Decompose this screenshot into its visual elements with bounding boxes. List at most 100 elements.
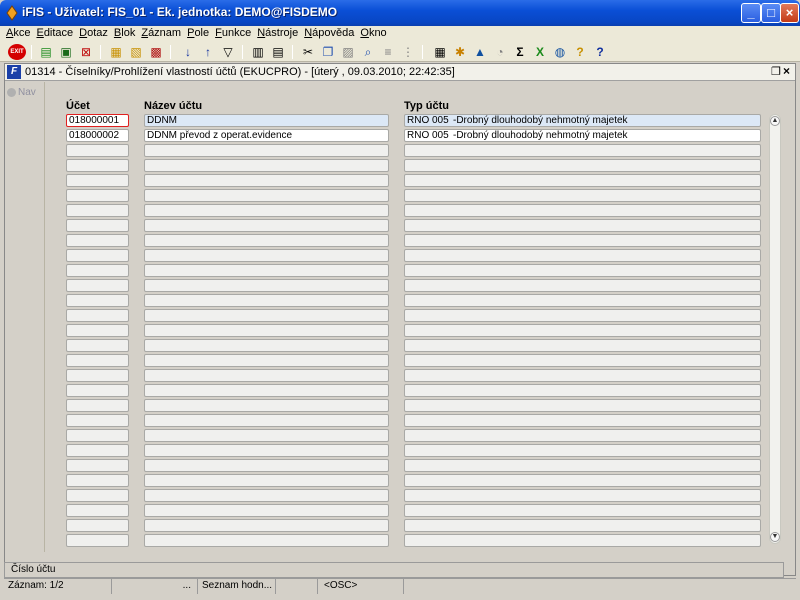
ucet-cell[interactable] [66, 249, 129, 262]
close-icon[interactable]: × [783, 64, 790, 78]
nazev-cell[interactable] [144, 309, 389, 322]
ucet-cell[interactable] [66, 459, 129, 472]
typ-cell[interactable] [404, 474, 761, 487]
nazev-cell[interactable] [144, 414, 389, 427]
nazev-cell[interactable] [144, 204, 389, 217]
duplicate-record-icon[interactable]: ▣ [58, 44, 74, 60]
save-icon[interactable]: ▦ [108, 44, 124, 60]
ucet-cell[interactable] [66, 534, 129, 547]
chart-icon[interactable]: ▲ [472, 44, 488, 60]
typ-cell[interactable] [404, 354, 761, 367]
menu-napoveda[interactable]: Nápověda [302, 26, 358, 42]
ucet-cell[interactable] [66, 339, 129, 352]
nazev-cell[interactable] [144, 519, 389, 532]
globe-icon[interactable]: ◍ [552, 44, 568, 60]
scroll-down-icon[interactable]: ▼ [770, 532, 780, 542]
ucet-cell[interactable] [66, 159, 129, 172]
menu-okno[interactable]: Okno [358, 26, 390, 42]
nazev-cell[interactable] [144, 504, 389, 517]
typ-cell[interactable] [404, 384, 761, 397]
ucet-cell[interactable] [66, 174, 129, 187]
ucet-cell[interactable] [66, 279, 129, 292]
calculator-icon[interactable]: ▦ [432, 44, 448, 60]
nazev-cell[interactable]: DDNM převod z operat.evidence [144, 129, 389, 142]
typ-cell[interactable] [404, 429, 761, 442]
nazev-cell[interactable]: DDNM [144, 114, 389, 127]
cancel-query-icon[interactable]: ▩ [148, 44, 164, 60]
nazev-cell[interactable] [144, 264, 389, 277]
ucet-cell[interactable] [66, 309, 129, 322]
typ-cell[interactable] [404, 519, 761, 532]
nazev-cell[interactable] [144, 144, 389, 157]
sort-descending-icon[interactable]: ↑ [200, 44, 216, 60]
typ-cell[interactable] [404, 189, 761, 202]
menu-editace[interactable]: Editace [34, 26, 77, 42]
menu-nastroje[interactable]: Nástroje [255, 26, 302, 42]
nazev-cell[interactable] [144, 279, 389, 292]
edit-field-icon[interactable]: ⋮ [400, 44, 416, 60]
typ-cell[interactable] [404, 204, 761, 217]
clock-icon[interactable]: ◔ [492, 44, 508, 60]
nazev-cell[interactable] [144, 219, 389, 232]
typ-cell[interactable] [404, 399, 761, 412]
nazev-cell[interactable] [144, 399, 389, 412]
typ-cell[interactable] [404, 234, 761, 247]
typ-cell[interactable] [404, 309, 761, 322]
nazev-cell[interactable] [144, 234, 389, 247]
menu-pole[interactable]: Pole [185, 26, 213, 42]
nav-icon[interactable] [7, 88, 16, 97]
typ-cell[interactable] [404, 459, 761, 472]
exit-icon[interactable]: EXIT [8, 44, 26, 60]
nazev-cell[interactable] [144, 489, 389, 502]
nazev-cell[interactable] [144, 294, 389, 307]
ucet-cell[interactable] [66, 264, 129, 277]
ucet-cell[interactable] [66, 219, 129, 232]
nazev-cell[interactable] [144, 249, 389, 262]
menu-blok[interactable]: Blok [112, 26, 139, 42]
typ-cell[interactable] [404, 324, 761, 337]
excel-icon[interactable]: X [532, 44, 548, 60]
typ-cell[interactable] [404, 369, 761, 382]
execute-query-icon[interactable]: ▧ [128, 44, 144, 60]
ucet-cell[interactable] [66, 294, 129, 307]
ucet-cell[interactable] [66, 444, 129, 457]
cut-icon[interactable]: ✂ [300, 44, 316, 60]
ucet-cell[interactable] [66, 399, 129, 412]
ucet-cell[interactable] [66, 369, 129, 382]
ucet-cell[interactable] [66, 384, 129, 397]
nazev-cell[interactable] [144, 474, 389, 487]
typ-cell[interactable] [404, 174, 761, 187]
ucet-cell[interactable] [66, 324, 129, 337]
nazev-cell[interactable] [144, 534, 389, 547]
nazev-cell[interactable] [144, 369, 389, 382]
minimize-button[interactable]: _ [741, 3, 761, 23]
nazev-cell[interactable] [144, 339, 389, 352]
typ-cell[interactable] [404, 444, 761, 457]
nazev-cell[interactable] [144, 159, 389, 172]
ucet-cell[interactable] [66, 489, 129, 502]
ucet-cell[interactable] [66, 234, 129, 247]
help-icon[interactable]: ? [572, 44, 588, 60]
typ-cell[interactable] [404, 159, 761, 172]
typ-cell[interactable]: RNO 005 -Drobný dlouhodobý nehmotný majet… [404, 114, 761, 127]
ucet-cell[interactable] [66, 504, 129, 517]
typ-cell[interactable] [404, 144, 761, 157]
settings-icon[interactable]: ✱ [452, 44, 468, 60]
typ-cell[interactable] [404, 279, 761, 292]
vertical-scrollbar[interactable]: ▲ ▼ [769, 114, 781, 544]
nazev-cell[interactable] [144, 354, 389, 367]
typ-cell[interactable] [404, 534, 761, 547]
context-help-icon[interactable]: ? [592, 44, 608, 60]
nav-label[interactable]: Nav [18, 87, 36, 98]
nazev-cell[interactable] [144, 189, 389, 202]
ucet-cell[interactable] [66, 189, 129, 202]
list-of-values-icon[interactable]: ≡ [380, 44, 396, 60]
ucet-cell[interactable]: 018000002 [66, 129, 129, 142]
typ-cell[interactable]: RNO 005 -Drobný dlouhodobý nehmotný majet… [404, 129, 761, 142]
nazev-cell[interactable] [144, 384, 389, 397]
typ-cell[interactable] [404, 249, 761, 262]
menu-akce[interactable]: Akce [4, 26, 34, 42]
ucet-cell[interactable] [66, 354, 129, 367]
typ-cell[interactable] [404, 414, 761, 427]
sum-icon[interactable]: Σ [512, 44, 528, 60]
